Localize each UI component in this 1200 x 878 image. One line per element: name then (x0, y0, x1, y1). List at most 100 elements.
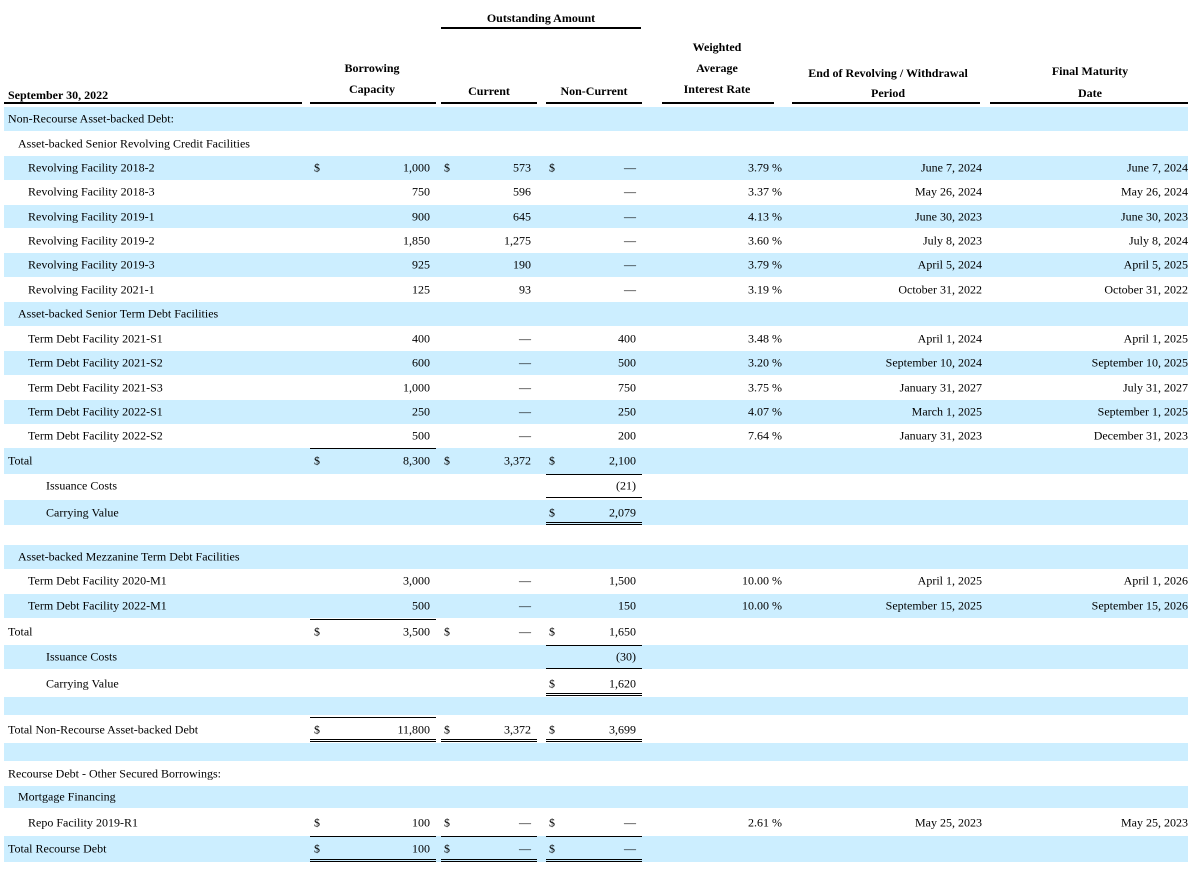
borrowing-capacity-value: 11,800 (397, 722, 430, 736)
current-amount-value: — (519, 598, 531, 613)
table-row: Total $8,300 $3,372 $2,100 (4, 448, 1188, 474)
non-current-amount-value: 2,079 (609, 505, 636, 519)
end-revolving-date: January 31, 2023 (899, 428, 982, 443)
borrowing-capacity-value: 600 (412, 355, 430, 370)
current-dollar-sign: $ (444, 841, 450, 856)
final-maturity-header-line2: Date (1078, 86, 1102, 100)
row-label: Non-Recourse Asset-backed Debt: (8, 111, 174, 126)
non-current-amount-value: — (624, 184, 636, 199)
final-maturity-header-line1: Final Maturity (1051, 64, 1129, 78)
borrowing-capacity-value: 400 (412, 331, 430, 345)
table-row: Total Recourse Debt $100 $ — $ — (4, 836, 1188, 862)
non-current-dollar-sign: $ (549, 505, 555, 519)
interest-rate-value: 3.20 % (748, 355, 782, 370)
row-label: Term Debt Facility 2021-S3 (28, 380, 163, 394)
final-maturity-date: May 25, 2023 (1121, 815, 1188, 829)
final-maturity-date: June 7, 2024 (1127, 160, 1188, 175)
current-amount-value: — (519, 331, 531, 345)
row-label: Revolving Facility 2018-3 (28, 184, 155, 199)
table-row: Asset-backed Senior Revolving Credit Fac… (4, 132, 1188, 155)
interest-rate-value: 3.37 % (748, 184, 782, 199)
final-maturity-date: September 1, 2025 (1097, 404, 1188, 419)
interest-rate-value: 7.64 % (748, 428, 782, 443)
final-maturity-date: December 31, 2023 (1093, 428, 1188, 443)
weighted-header-line3: Interest Rate (683, 82, 751, 96)
current-amount-value: — (519, 355, 531, 370)
row-label: Total (8, 624, 33, 638)
interest-rate-value: 3.48 % (748, 331, 782, 345)
row-label: Total (8, 453, 33, 468)
non-current-amount-value: (21) (616, 478, 636, 493)
row-label: Term Debt Facility 2022-S2 (28, 428, 163, 443)
borrowing-capacity-value: 1,000 (403, 160, 430, 175)
row-label: Revolving Facility 2019-1 (28, 209, 155, 223)
final-maturity-date: July 8, 2024 (1128, 233, 1188, 248)
current-amount-value: 190 (513, 257, 531, 272)
end-revolving-date: January 31, 2027 (899, 380, 982, 394)
non-current-amount-value: — (624, 209, 636, 223)
table-spacer-row (4, 743, 1188, 761)
current-amount-value: 3,372 (504, 453, 531, 468)
current-amount-value: — (519, 624, 531, 638)
borrowing-capacity-value: 750 (412, 184, 430, 199)
non-current-header: Non-Current (560, 84, 628, 98)
row-label: Asset-backed Senior Term Debt Facilities (18, 306, 219, 321)
weighted-header-line1: Weighted (692, 40, 742, 54)
non-current-header-rule (546, 102, 642, 104)
row-label: Repo Facility 2019-R1 (28, 815, 138, 829)
date-header: September 30, 2022 (8, 88, 109, 102)
outstanding-amount-rule (441, 27, 641, 29)
current-dollar-sign: $ (444, 624, 450, 638)
final-maturity-date: June 30, 2023 (1121, 209, 1188, 223)
borrowing-capacity-value: 3,500 (403, 624, 430, 638)
rate-header-rule (662, 102, 774, 104)
borrowing-capacity-header-line2: Capacity (349, 82, 395, 96)
interest-rate-value: 3.79 % (748, 160, 782, 175)
current-header: Current (468, 84, 510, 98)
interest-rate-value: 3.19 % (748, 282, 782, 296)
end-revolving-date: September 15, 2025 (885, 598, 982, 613)
borrowing-capacity-header-line1: Borrowing (344, 61, 400, 75)
non-current-dollar-sign: $ (549, 453, 555, 468)
end-revolving-date: April 1, 2024 (917, 331, 982, 345)
non-current-dollar-sign: $ (549, 815, 555, 829)
final-maturity-date: September 10, 2025 (1091, 355, 1188, 370)
borrowing-capacity-value: 250 (412, 404, 430, 419)
capacity-dollar-sign: $ (314, 841, 320, 856)
final-maturity-date: April 1, 2025 (1123, 331, 1188, 345)
row-label: Term Debt Facility 2022-S1 (28, 404, 163, 419)
row-label: Total Recourse Debt (8, 841, 107, 856)
non-current-amount-value: 200 (618, 428, 636, 443)
non-current-amount-value: — (624, 815, 636, 829)
borrowing-capacity-value: 500 (412, 598, 430, 613)
row-label: Carrying Value (46, 505, 119, 519)
row-label: Issuance Costs (46, 478, 117, 493)
non-current-amount-value: — (624, 233, 636, 248)
table-row: Recourse Debt - Other Secured Borrowings… (4, 762, 1188, 786)
table-row: Carrying Value $1,620 (4, 671, 1188, 696)
date-header-rule (4, 102, 302, 104)
table-row: Revolving Facility 2018-3 750 596 — 3.37 % Ma… (4, 180, 1188, 204)
interest-rate-value: 4.07 % (748, 404, 782, 419)
borrowing-capacity-value: 1,850 (403, 233, 430, 248)
row-label: Term Debt Facility 2021-S2 (28, 355, 163, 370)
non-current-amount-value: 250 (618, 404, 636, 419)
table-row: Term Debt Facility 2021-S1 400 — 400 3.48 % A… (4, 327, 1188, 350)
non-current-dollar-sign: $ (549, 676, 555, 690)
interest-rate-value: 10.00 % (742, 598, 782, 613)
non-current-amount-value: — (624, 841, 636, 856)
row-label: Revolving Facility 2019-3 (28, 257, 155, 272)
interest-rate-value: 10.00 % (742, 573, 782, 588)
non-current-amount-value: — (624, 160, 636, 175)
borrowing-capacity-value: 900 (412, 209, 430, 223)
final-maturity-date: May 26, 2024 (1121, 184, 1188, 199)
outstanding-amount-header: Outstanding Amount (486, 11, 596, 25)
table-row: Repo Facility 2019-R1 $100 $ — $ — 2.61 % May 2… (4, 810, 1188, 835)
interest-rate-value: 4.13 % (748, 209, 782, 223)
final-maturity-date: April 1, 2026 (1123, 573, 1188, 588)
capacity-dollar-sign: $ (314, 722, 320, 736)
table-row: Term Debt Facility 2022-S1 250 — 250 4.07 % M… (4, 400, 1188, 424)
row-label: Total Non-Recourse Asset-backed Debt (8, 722, 199, 736)
table-row: Issuance Costs (21) (4, 474, 1188, 498)
table-row: Total Non-Recourse Asset-backed Debt $11,… (4, 717, 1188, 742)
